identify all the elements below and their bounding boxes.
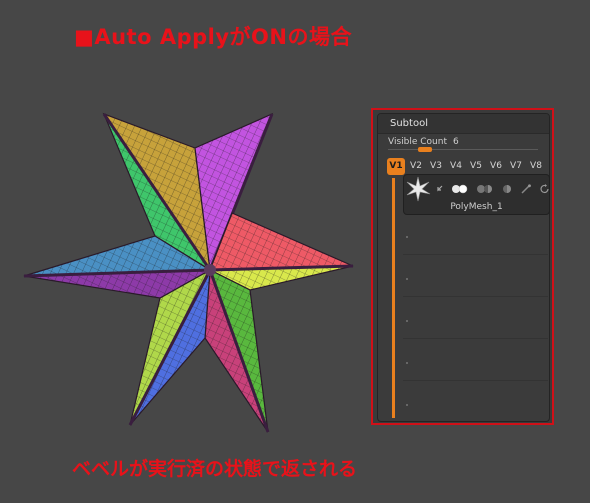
half-moon-icon[interactable] (476, 179, 494, 198)
subtool-empty-row[interactable] (403, 254, 548, 255)
sphere-icon[interactable] (501, 179, 513, 198)
visible-count-value: 6 (453, 137, 459, 147)
subtool-item-polymesh[interactable]: PolyMesh_1 (403, 174, 550, 215)
visible-count-slider[interactable] (418, 147, 432, 152)
subtool-empty-row[interactable] (403, 338, 548, 339)
empty-slot-marker (406, 236, 408, 238)
subtool-empty-row[interactable] (403, 380, 548, 381)
visible-count-label: Visible Count (388, 137, 447, 147)
subtool-panel-highlight: Subtool Visible Count 6 V1 V2 V3 V4 V5 V6… (371, 108, 554, 425)
visible-count-track[interactable] (388, 149, 538, 150)
visibility-toggle-icon[interactable] (451, 179, 469, 198)
empty-slot-marker (406, 320, 408, 322)
arrow-icon[interactable] (434, 179, 444, 198)
empty-slot-marker (406, 362, 408, 364)
version-tabs: V1 V2 V3 V4 V5 V6 V7 V8 (387, 158, 545, 175)
subtool-empty-row[interactable] (403, 296, 548, 297)
tab-v1[interactable]: V1 (387, 158, 405, 175)
subtool-list-scrollbar[interactable] (392, 178, 395, 418)
annotation-caption: ベベルが実行済の状態で返される (72, 458, 358, 480)
brush-icon[interactable] (520, 179, 532, 198)
subtool-panel: Subtool Visible Count 6 V1 V2 V3 V4 V5 V6… (377, 113, 550, 422)
star-center (204, 264, 216, 276)
tab-v3[interactable]: V3 (427, 158, 445, 175)
empty-slot-marker (406, 404, 408, 406)
subtool-name: PolyMesh_1 (450, 202, 503, 212)
tab-v5[interactable]: V5 (467, 158, 485, 175)
tab-v6[interactable]: V6 (487, 158, 505, 175)
tab-v2[interactable]: V2 (407, 158, 425, 175)
star-thumbnail-icon (406, 176, 431, 202)
empty-slot-marker (406, 278, 408, 280)
tab-v4[interactable]: V4 (447, 158, 465, 175)
star-face-wireframe (210, 213, 353, 270)
refresh-icon[interactable] (539, 179, 551, 198)
tab-v7[interactable]: V7 (507, 158, 525, 175)
tab-v8[interactable]: V8 (527, 158, 545, 175)
subtool-header[interactable]: Subtool (378, 114, 549, 134)
visible-count-row: Visible Count 6 (388, 137, 459, 147)
